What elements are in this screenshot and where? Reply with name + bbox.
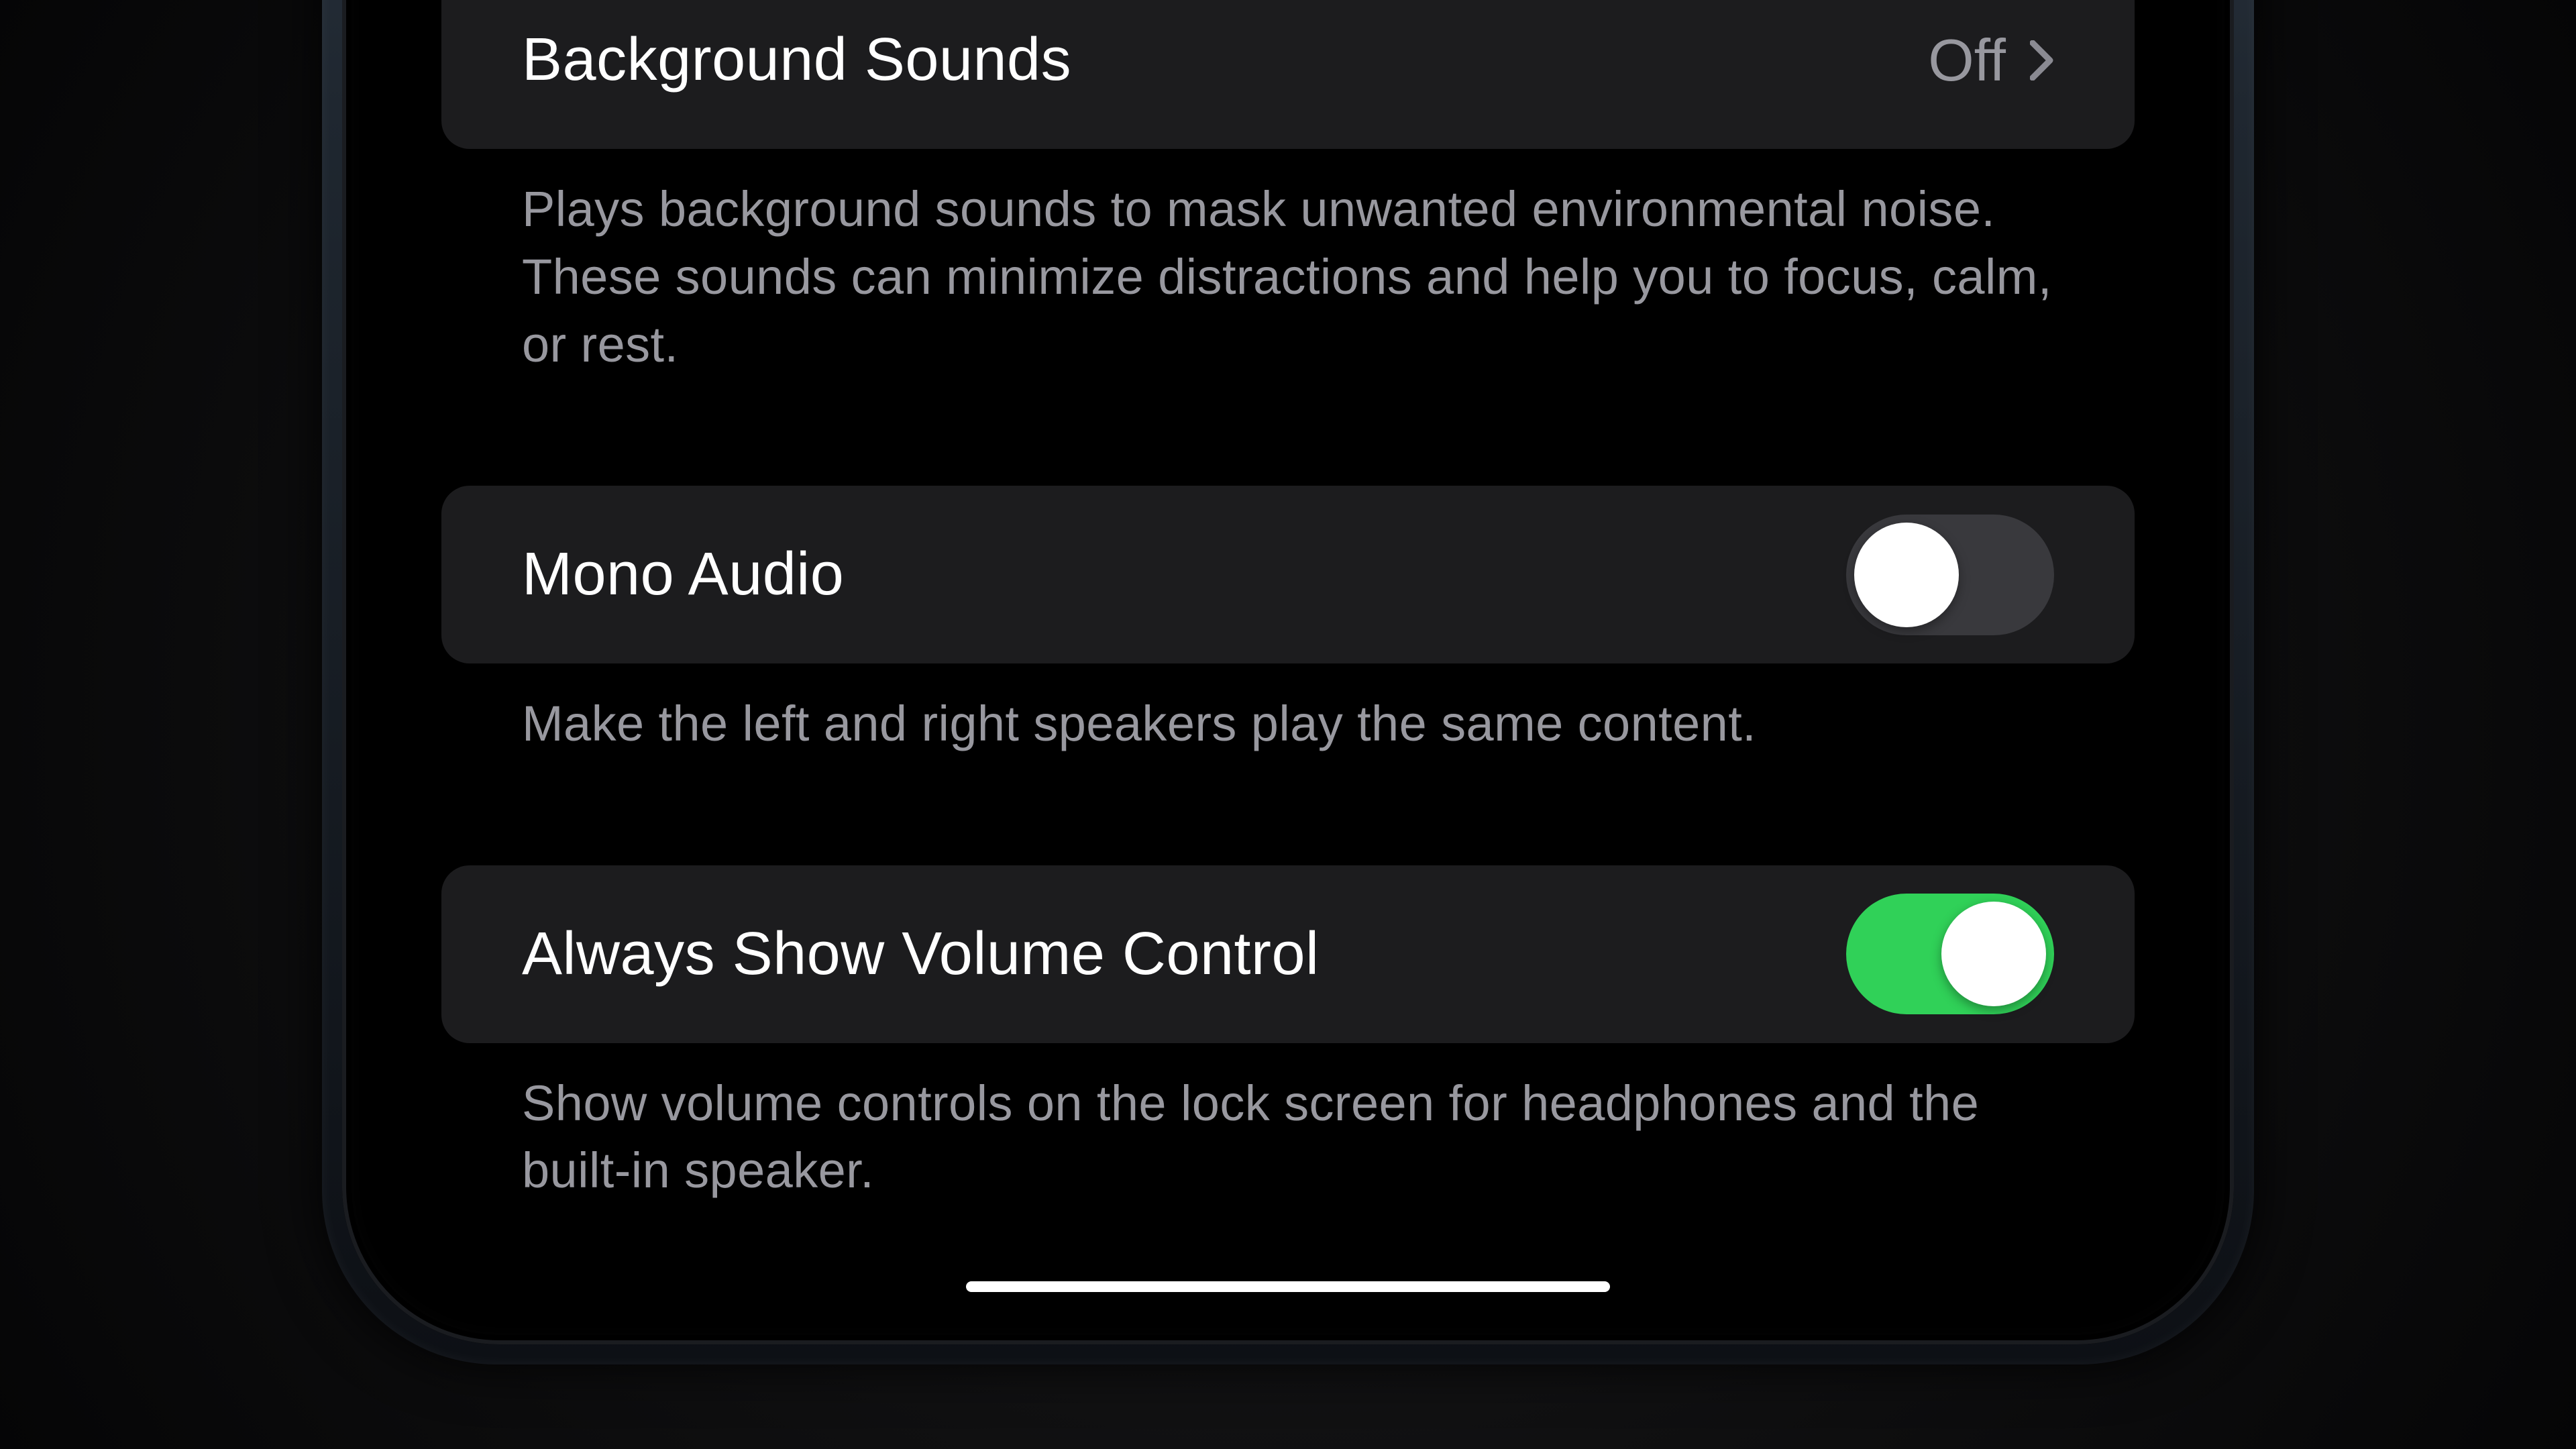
stage: Background Sounds Off Plays background s… (0, 0, 2576, 1449)
home-indicator[interactable] (966, 1281, 1610, 1292)
chevron-right-icon (2030, 40, 2054, 80)
toggle-mono-audio[interactable] (1846, 515, 2054, 635)
cell-mono-audio: Mono Audio (441, 486, 2135, 663)
phone-bezel: Background Sounds Off Plays background s… (342, 0, 2234, 1344)
toggle-knob-icon (1854, 523, 1959, 627)
footer-always-show-volume: Show volume controls on the lock screen … (441, 1043, 2135, 1205)
cell-value-background-sounds: Off (1928, 26, 2006, 95)
toggle-always-show-volume[interactable] (1846, 894, 2054, 1014)
group-always-show-volume: Always Show Volume Control Show volume c… (441, 865, 2135, 1205)
cell-background-sounds[interactable]: Background Sounds Off (441, 0, 2135, 149)
toggle-knob-icon (1941, 902, 2046, 1006)
phone-screen: Background Sounds Off Plays background s… (361, 0, 2215, 1326)
footer-background-sounds: Plays background sounds to mask unwanted… (441, 149, 2135, 378)
phone-frame: Background Sounds Off Plays background s… (322, 0, 2254, 1364)
cell-always-show-volume: Always Show Volume Control (441, 865, 2135, 1043)
group-background-sounds: Background Sounds Off Plays background s… (441, 0, 2135, 378)
cell-trail-background-sounds: Off (1928, 26, 2054, 95)
settings-list: Background Sounds Off Plays background s… (361, 0, 2215, 1326)
cell-label-background-sounds: Background Sounds (522, 25, 1071, 95)
group-mono-audio: Mono Audio Make the left and right speak… (441, 486, 2135, 758)
cell-label-always-show-volume: Always Show Volume Control (522, 920, 1320, 989)
cell-label-mono-audio: Mono Audio (522, 540, 844, 609)
footer-mono-audio: Make the left and right speakers play th… (441, 663, 2135, 758)
